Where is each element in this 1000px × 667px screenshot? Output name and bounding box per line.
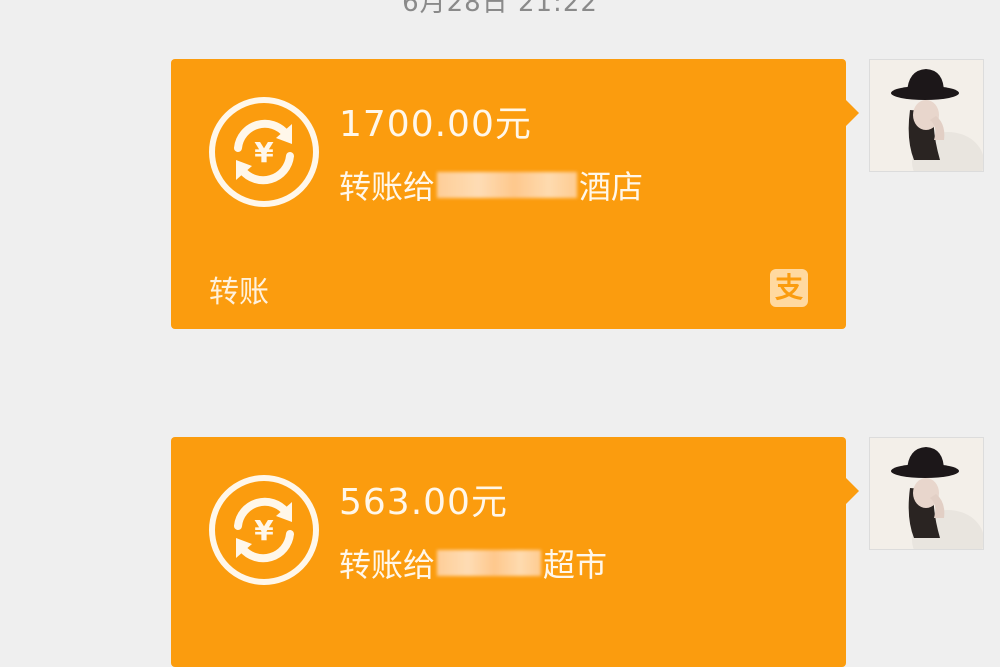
yuan-transfer-icon: ¥	[208, 96, 320, 208]
avatar[interactable]	[869, 437, 984, 550]
transfer-amount: 563.00元	[339, 482, 508, 523]
transfer-description: 转账给 超市	[339, 540, 607, 586]
redacted-recipient	[437, 172, 578, 198]
transfer-desc-prefix: 转账给	[339, 168, 436, 206]
alipay-icon: 支	[770, 269, 808, 307]
chat-timestamp: 6月28日 21:22	[402, 0, 598, 18]
transfer-desc-suffix: 酒店	[579, 168, 644, 206]
chat-message: ¥ 563.00元 转账给 超市	[0, 437, 1000, 667]
transfer-type-label: 转账	[209, 275, 269, 310]
svg-text:¥: ¥	[254, 136, 274, 169]
redacted-recipient	[437, 550, 542, 576]
transfer-desc-prefix: 转账给	[339, 546, 436, 584]
bubble-tail	[845, 99, 859, 127]
transfer-card[interactable]: ¥ 1700.00元 转账给 酒店 转账 支	[171, 59, 859, 329]
bubble-tail	[845, 477, 859, 505]
transfer-card[interactable]: ¥ 563.00元 转账给 超市	[171, 437, 859, 667]
svg-text:¥: ¥	[254, 514, 274, 547]
transfer-description: 转账给 酒店	[339, 162, 643, 208]
transfer-desc-suffix: 超市	[543, 546, 608, 584]
chat-message: ¥ 1700.00元 转账给 酒店 转账 支	[0, 59, 1000, 329]
yuan-transfer-icon: ¥	[208, 474, 320, 586]
avatar[interactable]	[869, 59, 984, 172]
transfer-amount: 1700.00元	[339, 104, 532, 145]
